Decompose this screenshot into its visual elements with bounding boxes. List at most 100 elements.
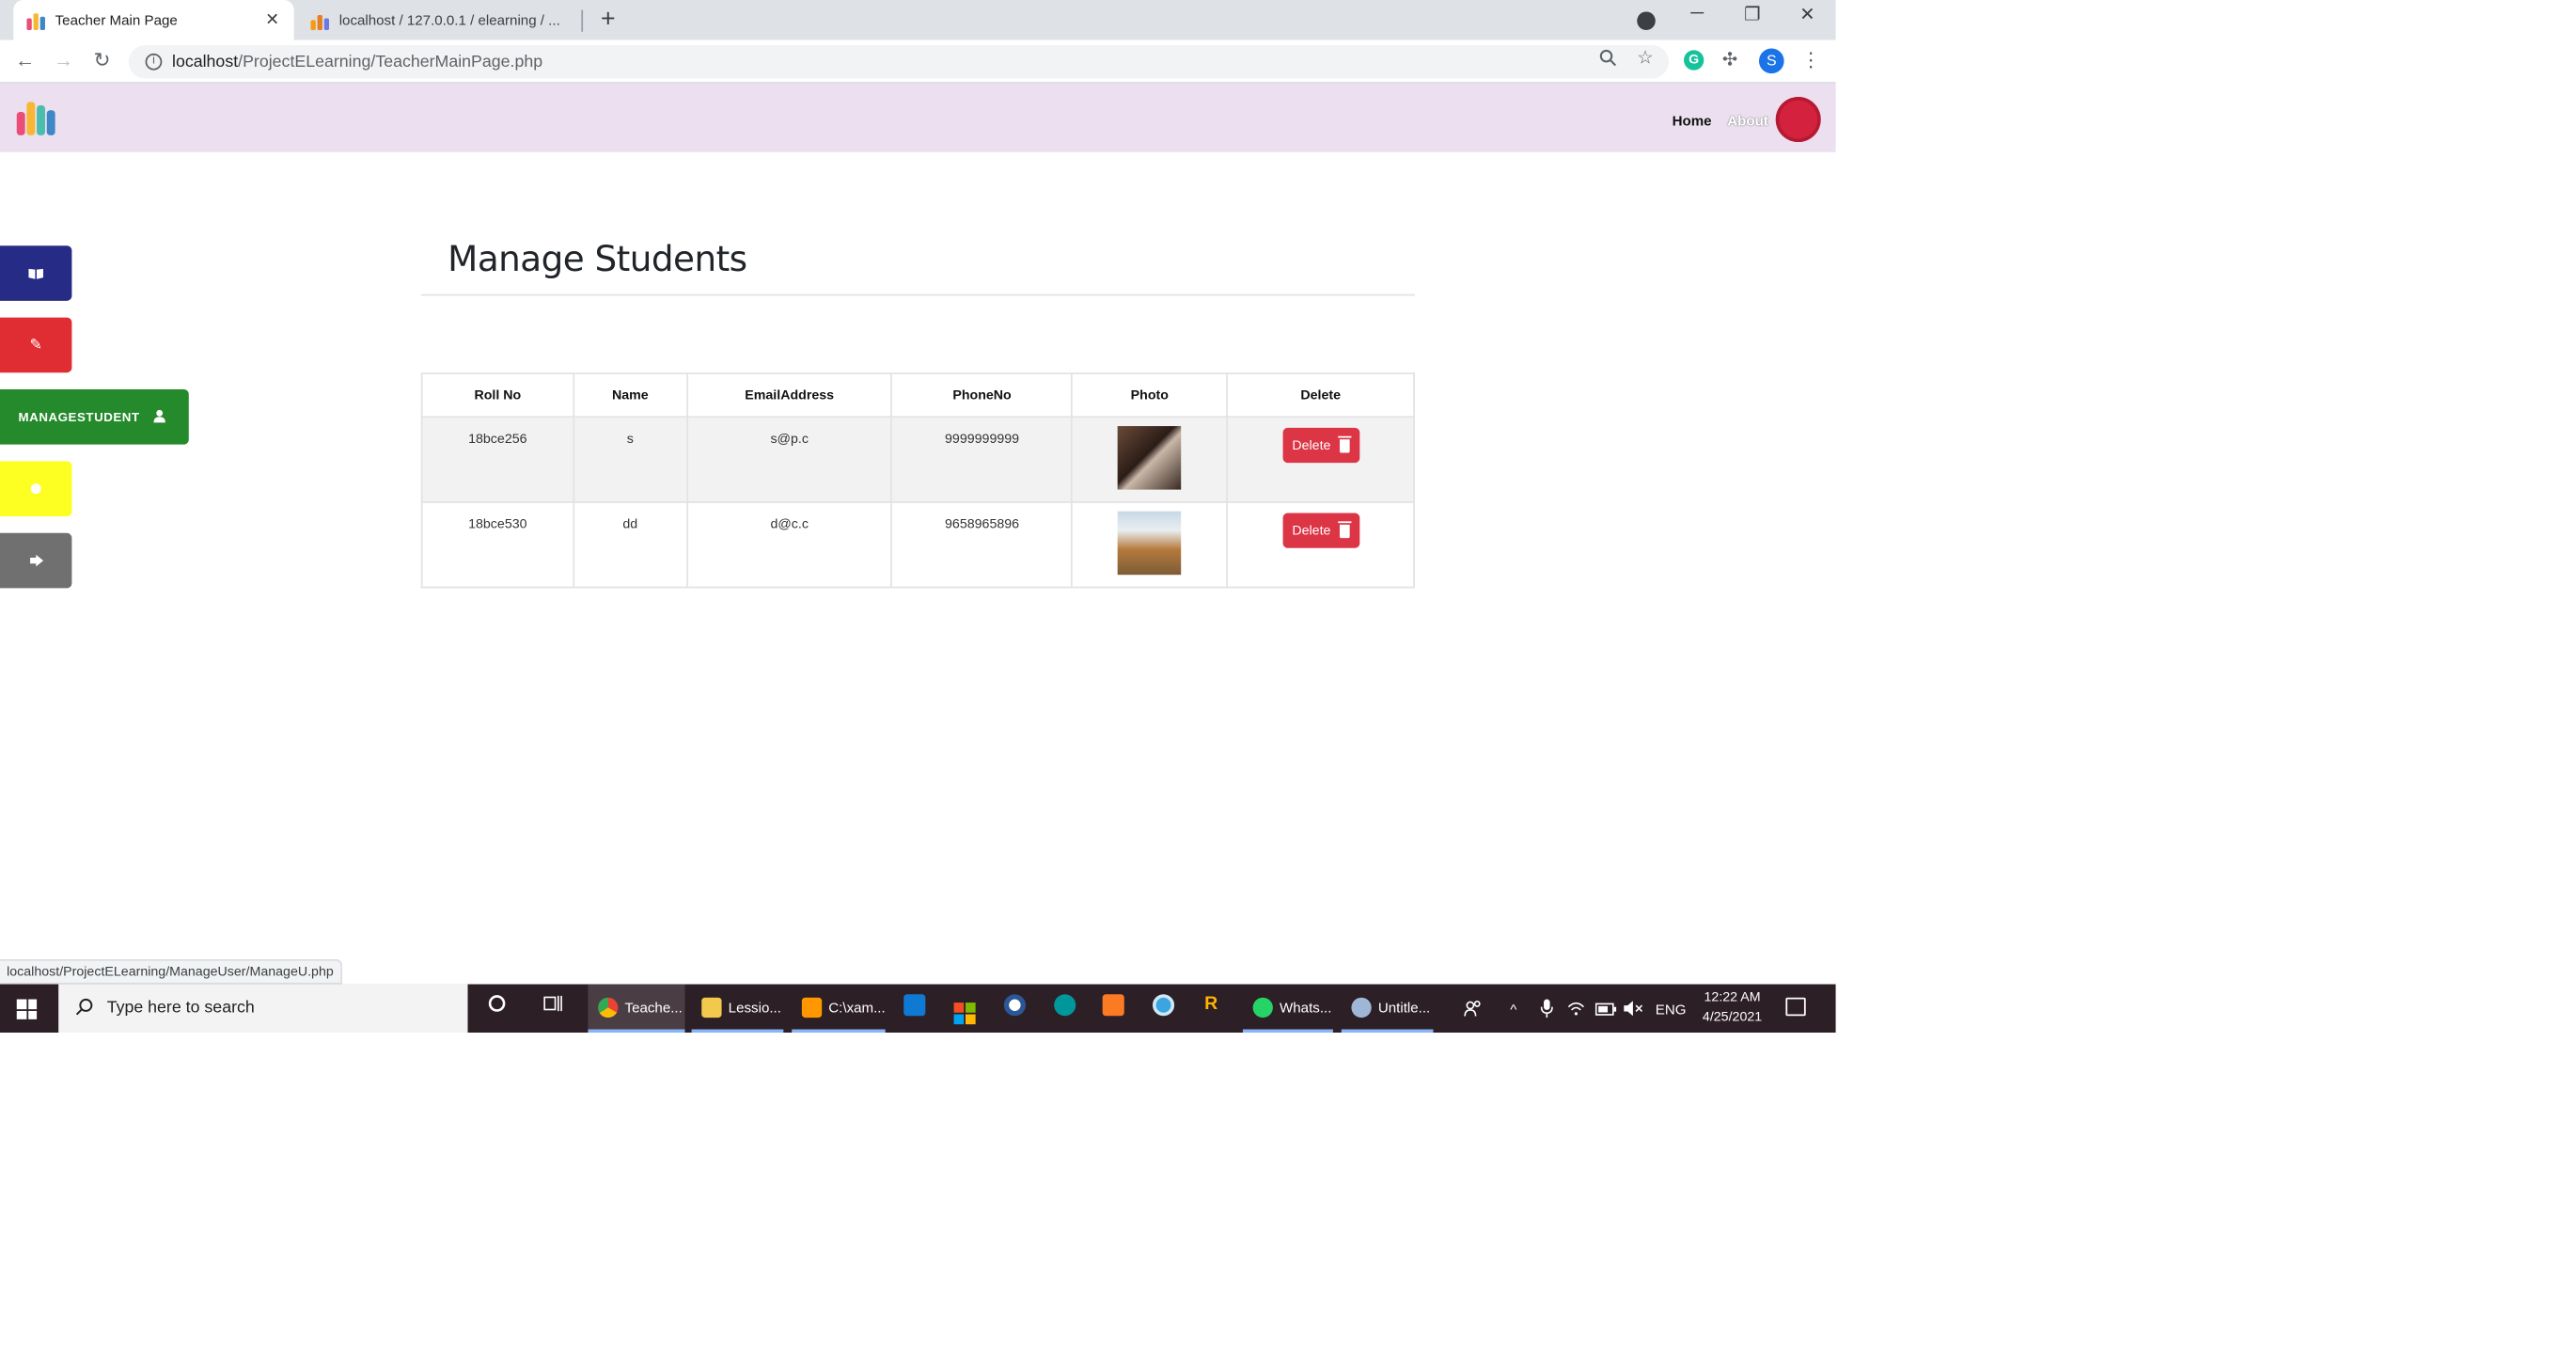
people-icon[interactable] [1463, 985, 1483, 1034]
column-header-photo: Photo [1071, 372, 1229, 418]
taskbar-app-chrome[interactable]: Teache... [588, 984, 685, 1034]
tab-teacher-main-page[interactable]: Teacher Main Page ✕ [13, 0, 294, 40]
puzzle-icon[interactable]: ✣ [1722, 49, 1737, 70]
grammarly-extension-icon[interactable]: G [1684, 50, 1704, 71]
tab-phpmyadmin[interactable]: localhost / 127.0.0.1 / elearning / ... [297, 0, 581, 40]
trash-icon [1337, 434, 1351, 452]
sign-out-icon [0, 552, 71, 569]
sidebar-item-edit[interactable]: ✎ [0, 317, 72, 373]
wifi-icon[interactable] [1567, 985, 1586, 1034]
circle-icon [0, 481, 71, 497]
delete-button[interactable]: Delete [1281, 513, 1359, 548]
taskbar-app-sublime[interactable]: C:\xam... [792, 985, 886, 1034]
sidebar-item-book[interactable] [0, 245, 72, 301]
edge-icon[interactable] [1148, 994, 1178, 1020]
microphone-icon[interactable] [1540, 985, 1553, 1034]
forward-button[interactable]: → [50, 49, 76, 72]
paint-icon [1351, 996, 1372, 1018]
vscode-icon[interactable] [899, 994, 929, 1020]
taskbar-search-box[interactable]: Type here to search [58, 984, 468, 1034]
page-title: Manage Students [448, 239, 747, 279]
taskbar-app-label: Untitle... [1377, 998, 1431, 1016]
search-icon [75, 997, 94, 1020]
status-bar-url: localhost/ProjectELearning/ManageUser/Ma… [0, 958, 342, 985]
restore-button[interactable]: ❐ [1736, 4, 1769, 25]
close-window-button[interactable]: ✕ [1791, 4, 1825, 25]
taskbar-app-whatsapp[interactable]: Whats... [1242, 985, 1333, 1034]
zoom-icon[interactable] [1598, 49, 1617, 72]
cortana-icon[interactable] [481, 994, 511, 1018]
taskbar-app-paint[interactable]: Untitle... [1341, 985, 1434, 1034]
taskbar-app-label: Whats... [1280, 998, 1332, 1016]
taskbar-app-explorer[interactable]: Lessio... [691, 985, 784, 1034]
search-placeholder: Type here to search [106, 999, 255, 1018]
reload-button[interactable]: ↻ [88, 49, 115, 72]
task-view-icon[interactable] [538, 994, 568, 1018]
notification-center-icon[interactable] [1785, 997, 1806, 1017]
tab-title: localhost / 127.0.0.1 / elearning / ... [338, 11, 560, 29]
sidebar-item-yellow[interactable] [0, 461, 72, 517]
students-table: Roll No Name EmailAddress PhoneNo Photo … [420, 372, 1415, 589]
battery-icon[interactable] [1594, 985, 1617, 1034]
profile-avatar[interactable]: S [1758, 48, 1784, 74]
clock-date: 4/25/2021 [1702, 1009, 1763, 1025]
chevron-up-icon[interactable]: ^ [1510, 985, 1516, 1034]
tab-separator [581, 9, 584, 32]
sidebar-item-label: MANAGESTUDENT [18, 409, 140, 425]
column-header-name: Name [573, 372, 688, 418]
cell-photo [1071, 501, 1229, 589]
nav-about-link[interactable]: About [1727, 112, 1768, 129]
bookmark-star-icon[interactable]: ☆ [1637, 47, 1654, 69]
whatsapp-icon [1252, 996, 1273, 1018]
word-icon[interactable] [999, 994, 1029, 1020]
r-studio-icon[interactable]: R [1196, 994, 1226, 1014]
chrome-icon [598, 996, 619, 1018]
minimize-button[interactable]: ─ [1680, 4, 1714, 24]
volume-muted-icon[interactable] [1624, 985, 1643, 1034]
address-bar[interactable]: i localhost/ProjectELearning/TeacherMain… [128, 44, 1670, 79]
tab-search-icon[interactable] [1637, 11, 1656, 30]
cell-phone: 9999999999 [890, 416, 1074, 503]
address-host: localhost [172, 52, 239, 71]
trash-icon [1337, 520, 1351, 538]
cell-roll-no: 18bce256 [420, 416, 574, 503]
sidebar-item-logout[interactable] [0, 532, 72, 589]
browser-toolbar: ← → ↻ i localhost/ProjectELearning/Teach… [0, 39, 1836, 84]
kebab-icon[interactable]: ⋮ [1800, 49, 1820, 72]
xampp-icon[interactable] [1097, 994, 1127, 1020]
user-icon [152, 408, 165, 425]
nav-home-link[interactable]: Home [1673, 112, 1712, 129]
cell-delete: Delete [1226, 416, 1415, 503]
student-photo [1118, 511, 1182, 576]
sublime-icon [801, 996, 823, 1018]
cell-photo [1071, 416, 1229, 503]
screenshot-root: Teacher Main Page ✕ localhost / 127.0.0.… [0, 0, 1836, 1034]
column-header-email: EmailAddress [685, 372, 893, 418]
cell-name: s [573, 416, 688, 503]
taskbar-app-label: Teache... [624, 998, 683, 1016]
taskbar-clock[interactable]: 12:22 AM 4/25/2021 [1690, 987, 1774, 1028]
clock-time: 12:22 AM [1704, 988, 1761, 1004]
site-info-icon[interactable]: i [145, 53, 163, 71]
cell-email: d@c.c [685, 501, 893, 589]
user-avatar[interactable] [1775, 97, 1821, 143]
new-tab-button[interactable]: + [595, 5, 621, 33]
phpmyadmin-icon [310, 11, 330, 30]
language-indicator[interactable]: ENG [1656, 985, 1687, 1034]
student-photo [1118, 426, 1182, 490]
table-row: 18bce530 dd d@c.c 9658965896 Delete [420, 501, 1415, 589]
site-logo[interactable] [16, 99, 57, 135]
arduino-icon[interactable] [1049, 994, 1079, 1020]
store-icon[interactable] [949, 994, 979, 1025]
taskbar-app-label: C:\xam... [828, 998, 886, 1016]
column-header-delete: Delete [1226, 372, 1415, 418]
delete-button[interactable]: Delete [1281, 427, 1359, 464]
title-divider [420, 293, 1415, 296]
tab-close-icon[interactable]: ✕ [260, 11, 284, 30]
table-row: 18bce256 s s@p.c 9999999999 Delete [420, 416, 1415, 503]
sidebar-item-managestudent[interactable]: MANAGESTUDENT [0, 388, 189, 445]
tab-title: Teacher Main Page [55, 11, 178, 29]
windows-taskbar: Type here to search Teache... Lessio... … [0, 984, 1836, 1034]
back-button[interactable]: ← [11, 49, 38, 72]
windows-start-icon[interactable] [16, 999, 38, 1019]
